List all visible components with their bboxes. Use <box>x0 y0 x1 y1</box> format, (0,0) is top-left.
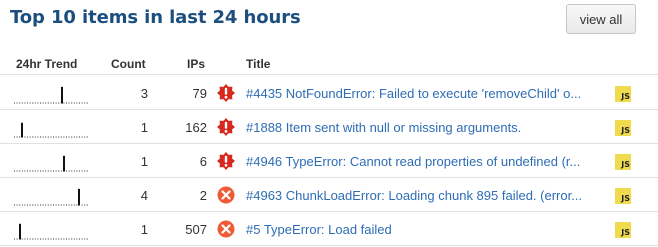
circle-x-icon <box>217 186 235 204</box>
javascript-icon: JS <box>615 120 631 136</box>
burst-exclamation-icon <box>217 84 235 102</box>
panel-title: Top 10 items in last 24 hours <box>10 7 301 28</box>
circle-x-icon <box>217 220 235 238</box>
item-ips: 507 <box>185 222 207 237</box>
item-title-link[interactable]: #4963 ChunkLoadError: Loading chunk 895 … <box>246 188 598 203</box>
column-header-ips: IPs <box>187 57 206 71</box>
item-ips: 79 <box>192 86 207 101</box>
item-ips: 6 <box>199 154 207 169</box>
trend-sparkline <box>14 155 88 172</box>
javascript-icon: JS <box>615 86 631 102</box>
table-row: 1 6 #4946 TypeError: Cannot read propert… <box>0 144 658 178</box>
items-table: 3 79 #4435 NotFoundError: Failed to exec… <box>0 76 658 246</box>
item-count: 1 <box>140 120 148 135</box>
item-title-link[interactable]: #4435 NotFoundError: Failed to execute '… <box>246 86 598 101</box>
trend-sparkline <box>14 122 88 138</box>
table-row: 1 162 #1888 Item sent with null or missi… <box>0 110 658 144</box>
item-title-link[interactable]: #1888 Item sent with null or missing arg… <box>246 120 598 135</box>
item-count: 1 <box>140 222 148 237</box>
javascript-icon: JS <box>615 188 631 204</box>
table-row: 4 2 #4963 ChunkLoadError: Loading chunk … <box>0 178 658 212</box>
item-ips: 2 <box>199 188 207 203</box>
burst-exclamation-icon <box>217 152 235 170</box>
item-ips: 162 <box>185 120 207 135</box>
item-title-link[interactable]: #4946 TypeError: Cannot read properties … <box>246 154 598 169</box>
item-title-link[interactable]: #5 TypeError: Load failed <box>246 222 598 237</box>
item-count: 4 <box>140 188 148 203</box>
javascript-icon: JS <box>615 154 631 170</box>
trend-sparkline <box>14 223 88 240</box>
column-header-count: Count <box>111 57 146 71</box>
trend-sparkline <box>14 188 88 206</box>
column-header-trend: 24hr Trend <box>16 57 78 71</box>
item-count: 3 <box>140 86 148 101</box>
table-row: 3 79 #4435 NotFoundError: Failed to exec… <box>0 76 658 110</box>
table-header: 24hr Trend Count IPs Title <box>0 53 658 75</box>
top-items-panel: Top 10 items in last 24 hours view all 2… <box>0 0 658 247</box>
item-count: 1 <box>140 154 148 169</box>
trend-sparkline <box>14 86 88 104</box>
javascript-icon: JS <box>615 222 631 238</box>
table-row: 1 507 #5 TypeError: Load failed JS <box>0 212 658 246</box>
burst-exclamation-icon <box>217 118 235 136</box>
column-header-title: Title <box>246 57 271 71</box>
view-all-button[interactable]: view all <box>566 4 636 34</box>
